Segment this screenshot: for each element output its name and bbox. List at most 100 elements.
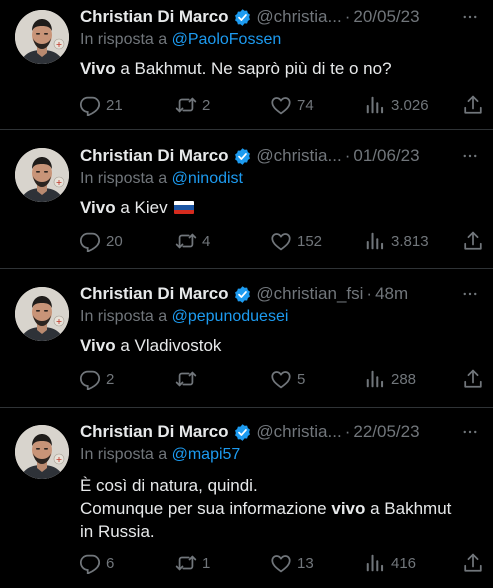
views-count: 3.026 (391, 96, 429, 114)
tweet-text-bold: Vivo (80, 336, 116, 355)
tweet-actions: 2 5 288 (0, 367, 493, 391)
reply-mention-link[interactable]: @mapi57 (172, 446, 241, 463)
reply-button[interactable]: 20 (79, 229, 123, 253)
tweet-text-line-1: È così di natura, quindi. (80, 476, 258, 495)
reply-context: In risposta a @PaoloFossen (80, 29, 485, 51)
views-button[interactable]: 3.813 (364, 229, 429, 253)
russia-flag-icon (174, 201, 195, 214)
views-count: 288 (391, 370, 417, 388)
timestamp[interactable]: 20/05/23 (353, 7, 419, 27)
retweet-button[interactable] (175, 367, 202, 391)
like-button[interactable]: 13 (270, 551, 314, 575)
like-button[interactable]: 74 (270, 93, 314, 117)
like-button[interactable]: 152 (270, 229, 322, 253)
avatar[interactable] (15, 10, 69, 64)
like-button[interactable]: 5 (270, 367, 305, 391)
author-name[interactable]: Christian Di Marco (80, 7, 229, 27)
views-button[interactable]: 288 (364, 367, 416, 391)
tweet[interactable]: Christian Di Marco @christia... · 22/05/… (0, 408, 493, 588)
timestamp[interactable]: 48m (375, 284, 408, 304)
views-count: 3.813 (391, 232, 429, 250)
tweet-text-rest: a Bakhmut. Ne saprò più di te o no? (115, 59, 392, 78)
retweet-button[interactable]: 1 (175, 551, 210, 575)
timestamp[interactable]: 22/05/23 (353, 422, 419, 442)
tweet-text: È così di natura, quindi. Comunque per s… (80, 474, 485, 543)
reply-prefix: In risposta a (80, 446, 172, 463)
author-handle[interactable]: @christia... (256, 146, 341, 166)
verified-badge-icon (233, 422, 252, 442)
tweet-header: Christian Di Marco @christia... · 22/05/… (80, 421, 485, 443)
tweet-text-line-3: in Russia. (80, 522, 155, 541)
tweet-text: Vivo a Bakhmut. Ne saprò più di te o no? (80, 57, 485, 80)
separator: · (344, 7, 351, 26)
views-button[interactable]: 3.026 (364, 93, 429, 117)
verified-badge-icon (233, 146, 252, 166)
tweet-text-bold: Vivo (80, 59, 116, 78)
author-name[interactable]: Christian Di Marco (80, 422, 229, 442)
reply-count: 2 (106, 370, 115, 388)
reply-mention-link[interactable]: @PaoloFossen (172, 31, 282, 48)
retweet-button[interactable]: 2 (175, 93, 210, 117)
tweet-text-line-2-post: a Bakhmut (365, 499, 452, 518)
separator: · (344, 146, 351, 165)
like-count: 74 (297, 96, 314, 114)
share-button[interactable] (462, 93, 484, 117)
avatar[interactable] (15, 148, 69, 202)
reply-button[interactable]: 21 (79, 93, 123, 117)
tweet[interactable]: Christian Di Marco @christian_fsi · 48m … (0, 269, 493, 408)
verified-badge-icon (233, 284, 252, 304)
tweet-text: Vivo a Kiev (80, 196, 485, 219)
tweet-header: Christian Di Marco @christia... · 20/05/… (80, 6, 485, 28)
reply-count: 20 (106, 232, 123, 250)
author-name[interactable]: Christian Di Marco (80, 284, 229, 304)
reply-context: In risposta a @ninodist (80, 168, 485, 190)
author-handle[interactable]: @christia... (256, 422, 341, 442)
reply-count: 6 (106, 554, 115, 572)
more-icon[interactable] (461, 147, 485, 165)
author-handle[interactable]: @christian_fsi (256, 284, 363, 304)
separator: · (344, 422, 351, 441)
tweet-text-rest: a Vladivostok (115, 336, 222, 355)
views-button[interactable]: 416 (364, 551, 416, 575)
verified-badge-icon (233, 7, 252, 27)
reply-mention-link[interactable]: @pepunoduesei (172, 308, 289, 325)
tweet-actions: 21 2 74 3.026 (0, 93, 493, 117)
tweet-feed: Christian Di Marco @christia... · 20/05/… (0, 0, 493, 588)
timestamp[interactable]: 01/06/23 (353, 146, 419, 166)
views-count: 416 (391, 554, 417, 572)
share-button[interactable] (462, 367, 484, 391)
avatar[interactable] (15, 287, 69, 341)
tweet[interactable]: Christian Di Marco @christia... · 20/05/… (0, 0, 493, 130)
more-icon[interactable] (461, 8, 485, 26)
author-handle[interactable]: @christia... (256, 7, 341, 27)
more-icon[interactable] (461, 423, 485, 441)
retweet-count: 2 (202, 96, 211, 114)
like-count: 152 (297, 232, 323, 250)
tweet-header: Christian Di Marco @christian_fsi · 48m (80, 283, 485, 305)
reply-prefix: In risposta a (80, 308, 172, 325)
reply-count: 21 (106, 96, 123, 114)
tweet[interactable]: Christian Di Marco @christia... · 01/06/… (0, 130, 493, 269)
reply-button[interactable]: 2 (79, 367, 114, 391)
like-count: 13 (297, 554, 314, 572)
tweet-text-line-2: Comunque per sua informazione vivo a Bak… (80, 497, 485, 520)
retweet-count: 4 (202, 232, 211, 250)
reply-context: In risposta a @mapi57 (80, 444, 485, 466)
reply-prefix: In risposta a (80, 31, 172, 48)
reply-button[interactable]: 6 (79, 551, 114, 575)
reply-context: In risposta a @pepunoduesei (80, 306, 485, 328)
tweet-actions: 20 4 152 3.813 (0, 229, 493, 253)
tweet-text-bold: vivo (331, 499, 366, 518)
retweet-count: 1 (202, 554, 211, 572)
tweet-text-bold: Vivo (80, 198, 116, 217)
tweet-header: Christian Di Marco @christia... · 01/06/… (80, 145, 485, 167)
share-button[interactable] (462, 229, 484, 253)
avatar[interactable] (15, 425, 69, 479)
tweet-actions: 6 1 13 416 (0, 551, 493, 575)
reply-mention-link[interactable]: @ninodist (172, 170, 243, 187)
more-icon[interactable] (461, 285, 485, 303)
share-button[interactable] (462, 551, 484, 575)
retweet-button[interactable]: 4 (175, 229, 210, 253)
author-name[interactable]: Christian Di Marco (80, 146, 229, 166)
tweet-text: Vivo a Vladivostok (80, 334, 485, 357)
